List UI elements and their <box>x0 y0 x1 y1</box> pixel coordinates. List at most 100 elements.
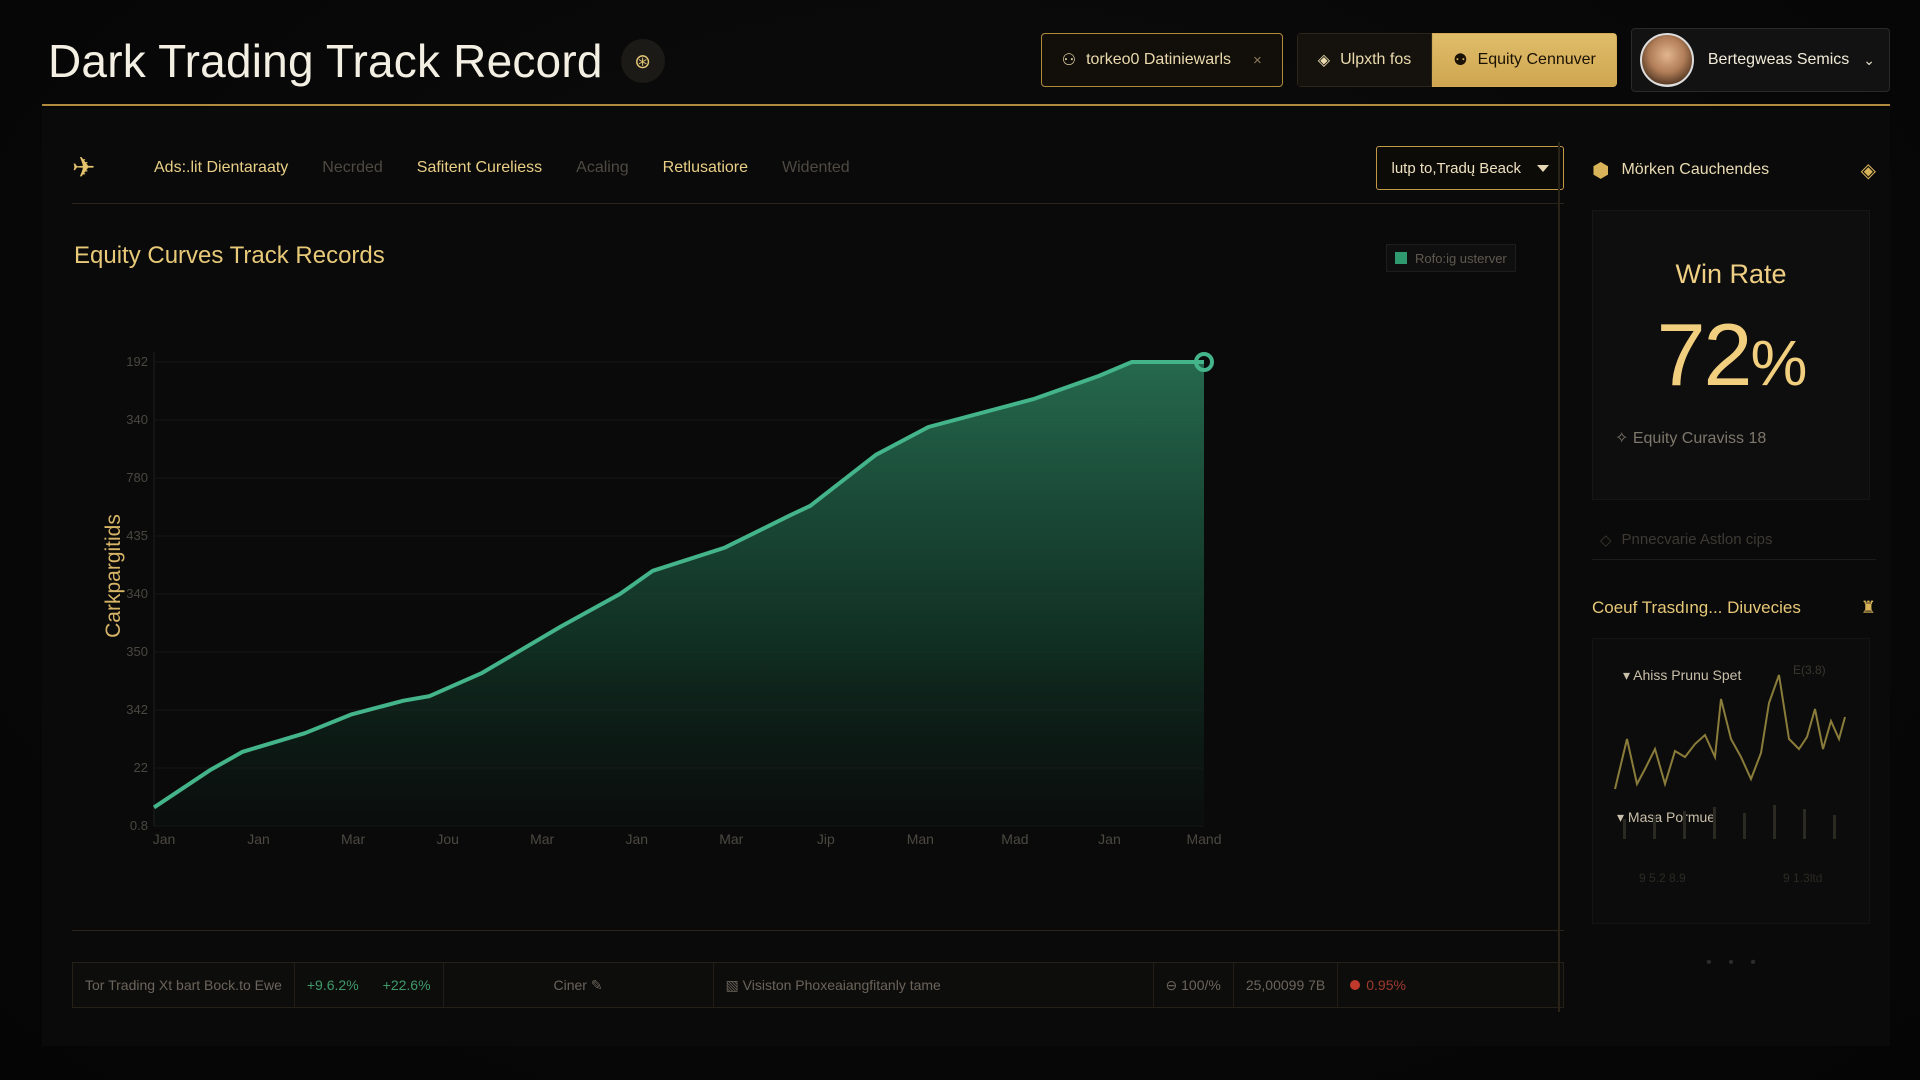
x-tick-label: Mar <box>719 831 743 847</box>
win-rate-percent: % <box>1750 327 1807 399</box>
chart-title: Equity Curves Track Records <box>74 242 385 269</box>
chevron-down-icon: ⌄ <box>1863 51 1875 68</box>
mini-chart-volume <box>1623 805 1836 839</box>
sparkle-icon: ✧ <box>1615 430 1633 447</box>
x-tick-label: Jan <box>153 831 176 847</box>
win-rate-subtext-label: Equity Curaviss 18 <box>1632 430 1767 447</box>
y-tick-label: 192 <box>126 354 148 369</box>
strategies-title-label: Coeuf Trasdıng... Diuvecies <box>1592 598 1801 617</box>
badge-icon: ⬢ <box>1592 159 1610 182</box>
summary-label: Tor Trading Xt bart Bock.to Ewe <box>73 963 295 1007</box>
diamond-outline-icon: ◇ <box>1600 531 1612 549</box>
view-toggle-active-label: Equity Cennuver <box>1477 51 1596 68</box>
y-tick-label: 340 <box>126 586 148 601</box>
win-rate-value: 72% <box>1593 304 1869 406</box>
diamond-icon[interactable]: ◈ <box>1861 158 1876 183</box>
app-window: Dark Trading Track Record ⊛ ⚇ torkeo0 Da… <box>0 0 1920 1080</box>
toolbar-item-3[interactable]: Acaling <box>576 159 628 177</box>
avatar <box>1639 33 1694 87</box>
pagination-dots[interactable]: • • • <box>1592 954 1876 972</box>
mini-chart <box>1614 674 1846 839</box>
summary-stat-1: ⊖ 100/% <box>1154 963 1234 1007</box>
x-tick-label: Jan <box>1098 831 1121 847</box>
user-menu[interactable]: Bertegweas Semics ⌄ <box>1630 28 1890 92</box>
strategies-title: Coeuf Trasdıng... Diuvecies ♜ <box>1592 598 1876 618</box>
chart-divider <box>72 930 1564 931</box>
view-toggle-inactive[interactable]: ◈ Ulpxth fos <box>1296 33 1433 87</box>
user-name: Bertegweas Semics <box>1707 51 1850 68</box>
caret-down-icon <box>1537 164 1549 172</box>
status-dot-icon <box>1350 980 1361 990</box>
header-actions: ⚇ torkeo0 Datiniewarls × ◈ Ulpxth fos ⚉ … <box>1040 28 1890 92</box>
main-panel: ✈ Ads:.lit Dientaraaty Necrded Safitent … <box>42 108 1890 1046</box>
side-panel-title: Mörken Cauchendes <box>1621 161 1770 178</box>
summary-bar: Tor Trading Xt bart Bock.to Ewe +9.6.2% … <box>72 962 1564 1008</box>
page-title: Dark Trading Track Record <box>48 35 603 87</box>
toolbar-brand[interactable]: Ads:.lit Dientaraaty <box>154 159 288 177</box>
y-axis-label: Carkpargitids <box>102 514 125 638</box>
summary-stat-1-label: 100/% <box>1181 977 1221 993</box>
layers-icon: ◈ <box>1317 52 1331 69</box>
y-tick-label: 0.8 <box>130 818 148 833</box>
view-toggle-active[interactable]: ⚉ Equity Cennuver <box>1432 33 1617 87</box>
toolbar-item-5[interactable]: Widented <box>782 159 850 177</box>
toolbar-item-1[interactable]: Necrded <box>322 159 382 177</box>
equity-chart[interactable]: 0.8 22 342 350 340 435 780 340 192 Jan Jan Mar Jou M… <box>72 276 1564 886</box>
chart-legend[interactable]: Rofo:ig usterver <box>1386 244 1516 272</box>
y-tick-label: 780 <box>126 470 148 485</box>
win-rate-label: Win Rate <box>1675 259 1787 289</box>
header: Dark Trading Track Record ⊛ ⚇ torkeo0 Da… <box>42 18 1890 106</box>
filter-chip[interactable]: ⚇ torkeo0 Datiniewarls × <box>1040 33 1283 87</box>
logo-icon: ✈ <box>72 152 96 183</box>
toolbar-item-4[interactable]: Retlusatiore <box>663 159 748 177</box>
filter-chip-label: torkeo0 Datiniewarls <box>1086 51 1232 68</box>
info-icon[interactable]: ⊛ <box>620 39 665 83</box>
x-tick-label: Man <box>907 831 934 847</box>
side-panel: ⬢ Mörken Cauchendes ◈ Win Rate 72% ✧ Equ… <box>1592 148 1876 972</box>
link-icon: ⊖ <box>1165 976 1182 993</box>
legend-label: Rofo:ig usterver <box>1415 250 1507 266</box>
summary-desc-label: Visiston Phoxeaiangfitanly tame <box>742 977 941 993</box>
summary-desc: ▧ Visiston Phoxeaiangfitanly tame <box>714 963 1154 1007</box>
x-tick-label: Mand <box>1186 831 1221 847</box>
x-tick-label: Jan <box>247 831 270 847</box>
trophy-icon[interactable]: ♜ <box>1861 598 1876 618</box>
side-panel-header: ⬢ Mörken Cauchendes ◈ <box>1592 148 1876 192</box>
summary-change-2: +22.6% <box>371 963 444 1007</box>
x-tick-label: Jip <box>817 831 835 847</box>
y-tick-label: 22 <box>134 760 148 775</box>
toolbar: ✈ Ads:.lit Dientaraaty Necrded Safitent … <box>72 132 1564 204</box>
close-icon[interactable]: × <box>1253 52 1262 69</box>
muted-option-label: Pnnecvarie Astlon cips <box>1621 531 1773 548</box>
summary-stat-3-label: 0.95% <box>1366 977 1406 993</box>
view-toggle: ◈ Ulpxth fos ⚉ Equity Cennuver <box>1296 33 1617 87</box>
toolbar-item-2[interactable]: Safitent Cureliess <box>417 159 542 177</box>
summary-mid-label: Ciner <box>553 977 587 993</box>
track-record-dropdown-label: lutp to,Tradų Beack <box>1391 159 1521 177</box>
mini-chart-line <box>1614 674 1846 790</box>
y-tick-label: 350 <box>126 644 148 659</box>
summary-change-1: +9.6.2% <box>306 977 359 993</box>
y-tick-label: 342 <box>126 702 148 717</box>
muted-option[interactable]: ◇ Pnnecvarie Astlon cips <box>1592 520 1876 560</box>
panel-divider <box>1558 142 1560 1012</box>
mini-chart-card: ▾ Ahiss Prunu Spet ▾ Masa Pormue E(3.8) … <box>1592 638 1870 924</box>
people-icon: ⚇ <box>1061 52 1077 69</box>
x-tick-label: Jou <box>436 831 459 847</box>
x-tick-label: Mar <box>530 831 554 847</box>
y-tick-label: 340 <box>126 412 148 427</box>
win-rate-card: Win Rate 72% ✧ Equity Curaviss 18 <box>1592 210 1870 500</box>
image-icon: ▧ <box>725 976 743 993</box>
view-toggle-inactive-label: Ulpxth fos <box>1340 51 1412 68</box>
x-tick-label: Mad <box>1001 831 1028 847</box>
summary-stat-3: 0.95% <box>1338 963 1418 1007</box>
pencil-icon[interactable]: ✎ <box>587 977 603 994</box>
y-tick-label: 435 <box>126 528 148 543</box>
legend-swatch <box>1395 252 1407 264</box>
win-rate-subtext: ✧ Equity Curaviss 18 <box>1593 428 1869 448</box>
toolbar-nav: Ads:.lit Dientaraaty Necrded Safitent Cu… <box>154 159 850 177</box>
summary-stat-2: 25,00099 7B <box>1234 963 1339 1007</box>
user-plus-icon: ⚉ <box>1453 52 1468 69</box>
track-record-dropdown[interactable]: lutp to,Tradų Beack <box>1376 146 1564 190</box>
win-rate-number: 72 <box>1656 305 1753 404</box>
